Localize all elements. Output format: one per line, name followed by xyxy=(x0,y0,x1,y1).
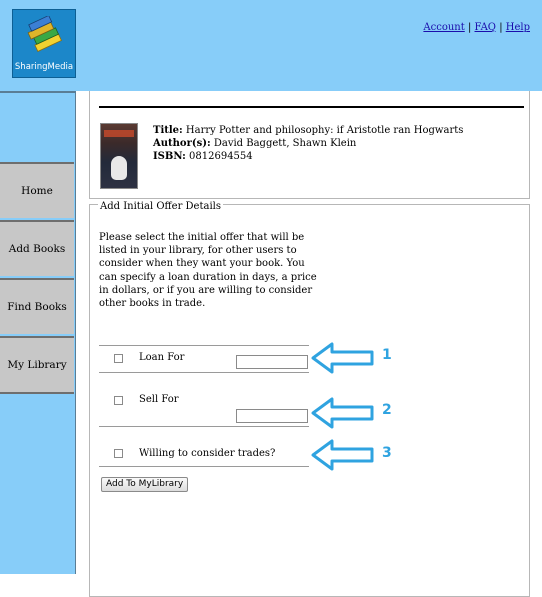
sidebar-item-find-books[interactable]: Find Books xyxy=(0,278,74,334)
link-separator: | xyxy=(499,22,503,33)
sidebar-item-my-library[interactable]: My Library xyxy=(0,336,74,394)
faq-link[interactable]: FAQ xyxy=(475,22,497,33)
authors-label: Author(s): xyxy=(153,138,211,149)
sidebar-item-home[interactable]: Home xyxy=(0,162,74,218)
sidebar-item-label: My Library xyxy=(7,359,67,371)
sidebar-item-label: Add Books xyxy=(8,243,66,255)
annotation-number-3: 3 xyxy=(382,445,392,461)
header: SharingMedia Account | FAQ | Help xyxy=(0,0,542,91)
annotation-number-2: 2 xyxy=(382,402,392,418)
offer-description: Please select the initial offer that wil… xyxy=(99,232,317,310)
book-stack-icon xyxy=(27,16,62,52)
link-separator: | xyxy=(467,22,472,33)
book-info: Title: Harry Potter and philosophy: if A… xyxy=(153,124,463,163)
row-divider xyxy=(99,345,309,346)
account-link[interactable]: Account xyxy=(423,22,464,33)
logo-text: SharingMedia xyxy=(14,62,74,72)
arrow-left-icon xyxy=(311,342,374,374)
sidebar: Home Add Books Find Books My Library xyxy=(0,91,76,574)
divider xyxy=(99,106,524,108)
title-label: Title: xyxy=(153,125,183,136)
sell-label: Sell For xyxy=(139,394,179,405)
add-to-mylibrary-button[interactable]: Add To MyLibrary xyxy=(101,477,189,492)
trade-checkbox[interactable] xyxy=(114,449,123,458)
cover-title-strip xyxy=(104,130,134,137)
annotation-number-1: 1 xyxy=(382,347,392,363)
sidebar-item-label: Find Books xyxy=(7,301,67,313)
sidebar-item-label: Home xyxy=(21,185,53,197)
book-authors: David Baggett, Shawn Klein xyxy=(213,138,357,149)
sharingmedia-logo[interactable]: SharingMedia xyxy=(12,9,76,78)
help-link[interactable]: Help xyxy=(506,22,530,33)
book-title: Harry Potter and philosophy: if Aristotl… xyxy=(185,125,464,136)
arrow-left-icon xyxy=(311,397,374,429)
sidebar-item-add-books[interactable]: Add Books xyxy=(0,220,74,276)
cover-owl xyxy=(111,156,127,180)
row-divider xyxy=(99,372,309,373)
top-links: Account | FAQ | Help xyxy=(423,22,530,33)
arrow-left-icon xyxy=(311,439,374,471)
book-details: Title: Harry Potter and philosophy: if A… xyxy=(89,91,530,199)
row-divider xyxy=(99,466,309,467)
offer-legend: Add Initial Offer Details xyxy=(98,201,223,213)
loan-checkbox[interactable] xyxy=(114,354,123,363)
loan-label: Loan For xyxy=(139,352,185,363)
book-isbn: 0812694554 xyxy=(189,151,253,162)
sell-checkbox[interactable] xyxy=(114,396,123,405)
sell-price-input[interactable] xyxy=(236,409,308,423)
row-divider xyxy=(99,426,309,427)
book-cover-image xyxy=(100,123,138,189)
isbn-label: ISBN: xyxy=(153,151,186,162)
trade-label: Willing to consider trades? xyxy=(139,448,276,459)
loan-days-input[interactable] xyxy=(236,355,308,369)
